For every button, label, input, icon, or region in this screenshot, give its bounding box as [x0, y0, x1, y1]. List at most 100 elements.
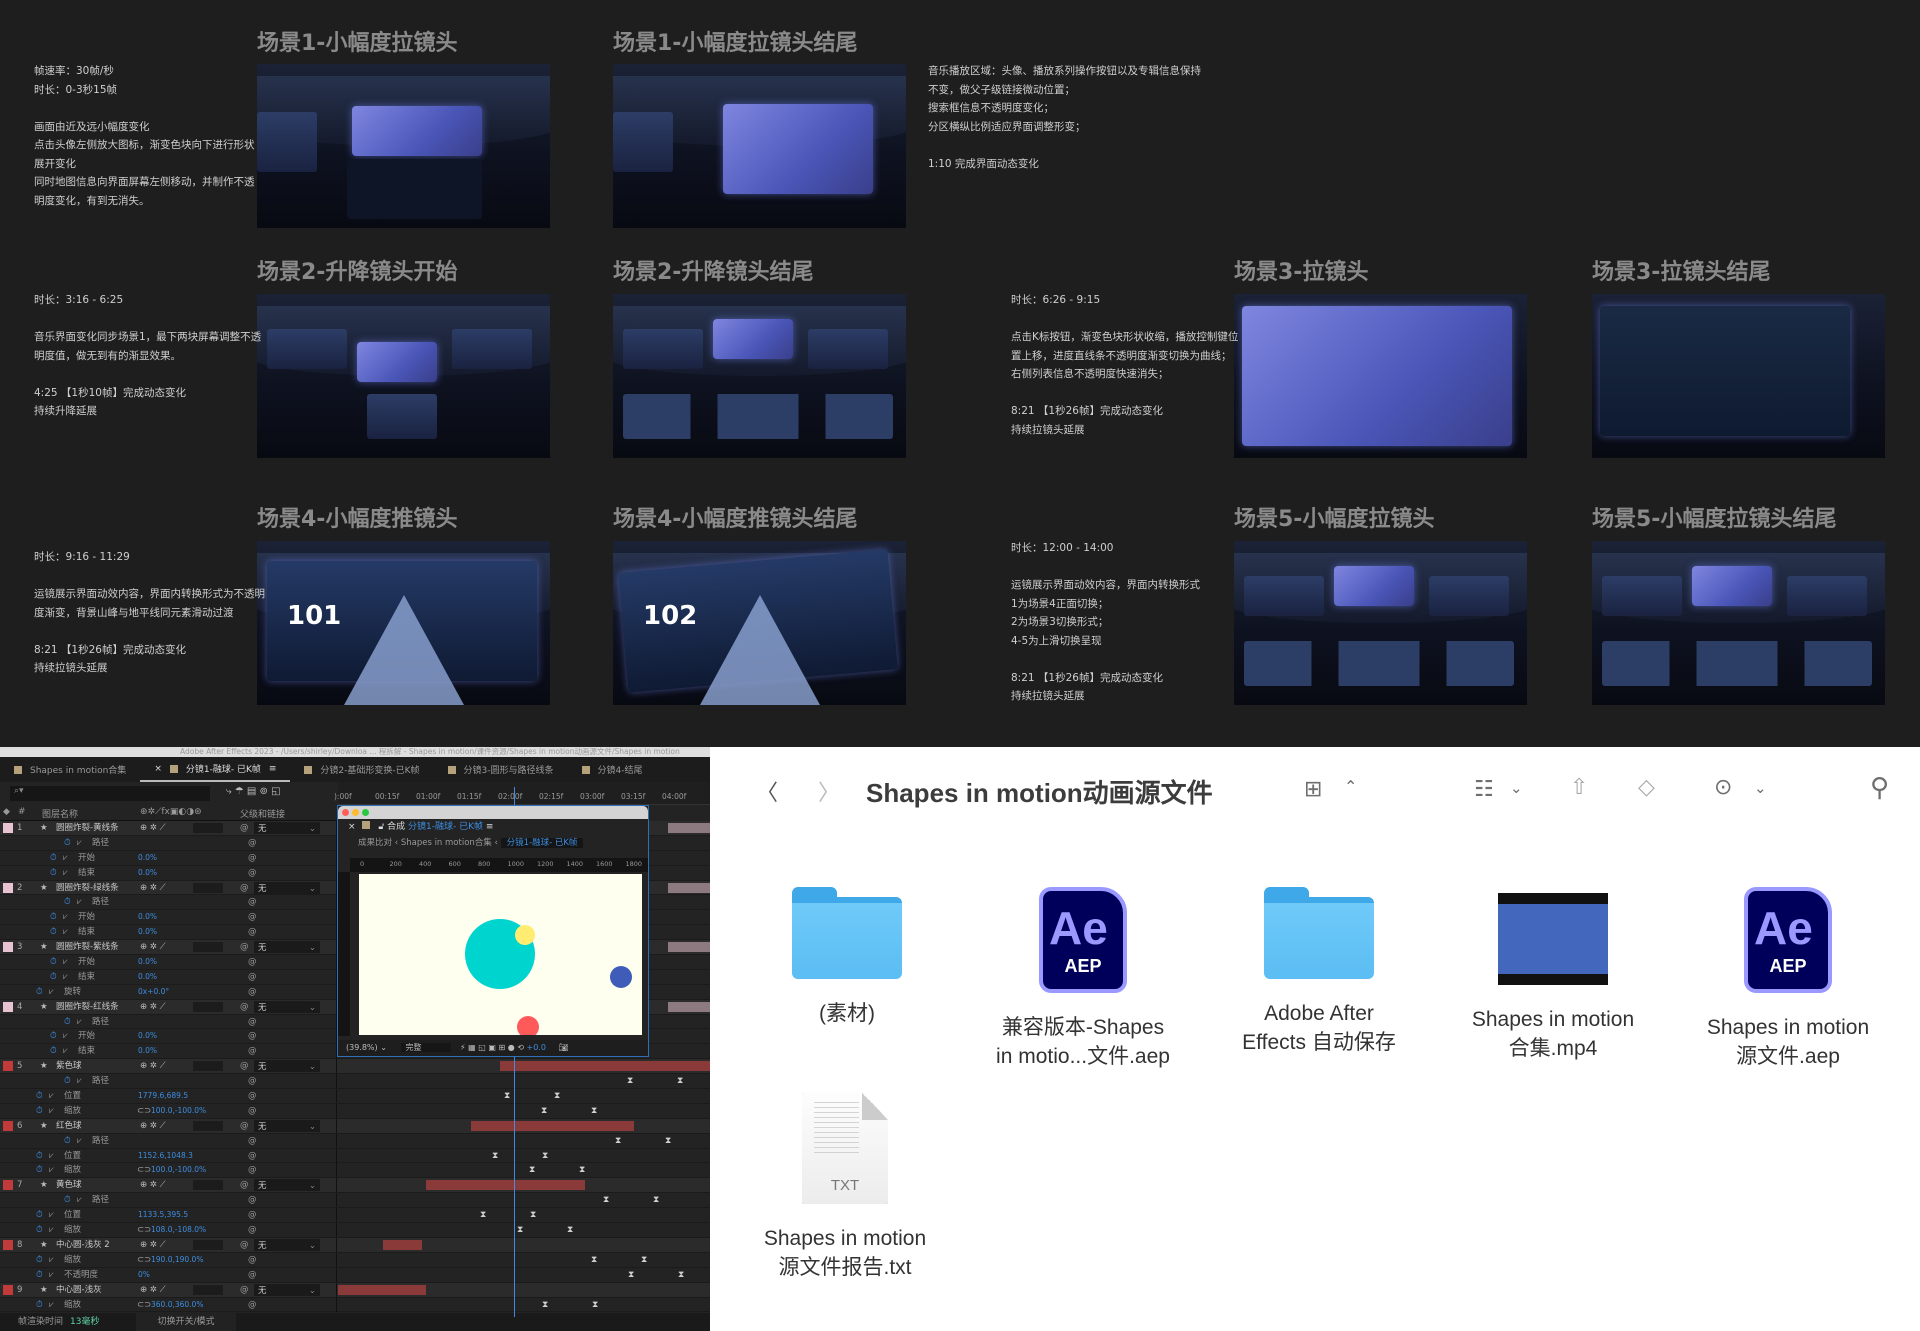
- file-item[interactable]: Ae AEP Shapes in motion 源文件.aep: [1683, 887, 1893, 1071]
- layer-switches[interactable]: ⊕ ✲ ⟋: [140, 1119, 166, 1133]
- stopwatch-icon[interactable]: ⏱︎: [36, 985, 43, 999]
- stopwatch-icon[interactable]: ⏱︎: [36, 1268, 43, 1282]
- pickwhip-icon[interactable]: @: [248, 1223, 257, 1237]
- minimize-button[interactable]: [352, 809, 359, 816]
- property-value[interactable]: 360.0,360.0%: [151, 1298, 203, 1312]
- menu-icon[interactable]: ≡: [486, 822, 494, 832]
- parent-select[interactable]: 无 ⌄: [254, 1179, 320, 1192]
- stopwatch-icon[interactable]: ⏱︎: [50, 1029, 57, 1043]
- switch-boxes[interactable]: [193, 1284, 223, 1295]
- keyframe-icon[interactable]: ⧗: [517, 1223, 523, 1237]
- group-button[interactable]: ☷: [1474, 777, 1494, 802]
- pickwhip-icon[interactable]: @: [240, 1000, 249, 1014]
- layer-duration-bar[interactable]: [668, 882, 710, 893]
- pickwhip-icon[interactable]: @: [240, 940, 249, 954]
- graph-icon[interactable]: ⩗: [77, 895, 82, 909]
- parent-select[interactable]: 无 ⌄: [254, 1060, 320, 1073]
- yellow-ball[interactable]: [515, 925, 535, 945]
- stopwatch-icon[interactable]: ⏱︎: [36, 1298, 43, 1312]
- stopwatch-icon[interactable]: ⏱︎: [50, 970, 57, 984]
- layer-name[interactable]: 圆圈炸裂-红线条: [56, 1000, 119, 1014]
- keyframe-icon[interactable]: ⧗: [615, 1134, 621, 1148]
- stopwatch-icon[interactable]: ⏱︎: [36, 1223, 43, 1237]
- pickwhip-icon[interactable]: @: [248, 1253, 257, 1267]
- switch-boxes[interactable]: [193, 1120, 223, 1131]
- keyframe-icon[interactable]: ⧗: [504, 1089, 510, 1103]
- parent-select[interactable]: 无 ⌄: [254, 1000, 320, 1013]
- property-value[interactable]: 1152.6,1048.3: [138, 1149, 193, 1163]
- layer-duration-bar[interactable]: [383, 1239, 422, 1250]
- keyframe-icon[interactable]: ⧗: [627, 1074, 633, 1088]
- layer-name[interactable]: 圆圈炸裂-紫线条: [56, 940, 119, 954]
- icon-view-button[interactable]: ⊞: [1304, 777, 1322, 802]
- back-button[interactable]: 〈: [756, 775, 778, 807]
- menu-icon[interactable]: ≡: [269, 764, 277, 774]
- keyframe-icon[interactable]: ⧗: [530, 1208, 536, 1222]
- comp-tab[interactable]: 分镜4-结尾: [568, 757, 657, 782]
- switch-boxes[interactable]: [193, 882, 223, 893]
- layer-name[interactable]: 圆圈炸裂-黄线条: [56, 821, 119, 835]
- blue-ball[interactable]: [610, 966, 632, 988]
- switch-boxes[interactable]: [193, 1001, 223, 1012]
- layer-name[interactable]: 黄色球: [56, 1178, 82, 1192]
- forward-button[interactable]: 〉: [818, 775, 840, 807]
- layer-duration-bar[interactable]: [668, 942, 710, 953]
- pickwhip-icon[interactable]: @: [240, 1283, 249, 1297]
- composition-canvas[interactable]: [359, 874, 642, 1035]
- graph-icon[interactable]: ⩗: [63, 970, 68, 984]
- pickwhip-icon[interactable]: @: [240, 821, 249, 835]
- layer-search-input[interactable]: ⌕▾: [10, 786, 210, 801]
- more-button[interactable]: ⊙: [1714, 775, 1732, 800]
- layer-duration-bar[interactable]: [668, 823, 710, 833]
- stopwatch-icon[interactable]: ⏱︎: [36, 1253, 43, 1267]
- link-icon[interactable]: ⊂⊃: [137, 1223, 151, 1237]
- layer-switches[interactable]: ⊕ ✲ ⟋: [140, 1178, 166, 1192]
- file-item[interactable]: (素材): [742, 887, 952, 1028]
- layer-name[interactable]: 中心圆-浅灰: [56, 1283, 102, 1297]
- graph-icon[interactable]: ⩗: [77, 1193, 82, 1207]
- stopwatch-icon[interactable]: ⏱︎: [36, 1089, 43, 1103]
- property-value[interactable]: 0.0%: [138, 1044, 157, 1058]
- pickwhip-icon[interactable]: @: [248, 1044, 257, 1058]
- chevron-down-icon[interactable]: ⌄: [1754, 779, 1767, 797]
- graph-icon[interactable]: ⩗: [49, 1253, 54, 1267]
- keyframe-icon[interactable]: ⧗: [665, 1134, 671, 1148]
- keyframe-icon[interactable]: ⧗: [653, 1193, 659, 1207]
- layer-name[interactable]: 紫色球: [56, 1059, 82, 1073]
- pickwhip-icon[interactable]: @: [248, 910, 257, 924]
- keyframe-icon[interactable]: ⧗: [529, 1163, 535, 1177]
- graph-icon[interactable]: ⩗: [77, 1015, 82, 1029]
- stopwatch-icon[interactable]: ⏱︎: [50, 866, 57, 880]
- keyframe-icon[interactable]: ⧗: [591, 1104, 597, 1118]
- layer-name[interactable]: 圆圈炸裂-绿线条: [56, 881, 119, 895]
- label-color[interactable]: [3, 823, 13, 833]
- layer-row[interactable]: 5 ★ 紫色球 ⊕ ✲ ⟋ @ 无 ⌄: [0, 1059, 710, 1075]
- timeline-ruler[interactable]: ):00f 00:15f 01:00f 01:15f 02:00f 02:15f 03:00…: [334, 782, 710, 805]
- pickwhip-icon[interactable]: @: [248, 1074, 257, 1088]
- pickwhip-icon[interactable]: @: [248, 955, 257, 969]
- graph-icon[interactable]: ⩗: [77, 1134, 82, 1148]
- viewer-icons[interactable]: ⚡ ▦ ◱ ▣ ⊞: [460, 1043, 508, 1052]
- property-value[interactable]: 0.0%: [138, 866, 157, 880]
- keyframe-icon[interactable]: ⧗: [603, 1193, 609, 1207]
- label-color[interactable]: [3, 1061, 13, 1072]
- pickwhip-icon[interactable]: @: [248, 851, 257, 865]
- label-color[interactable]: [3, 1180, 13, 1191]
- pickwhip-icon[interactable]: @: [240, 1238, 249, 1252]
- graph-icon[interactable]: ⩗: [63, 925, 68, 939]
- file-item[interactable]: Adobe After Effects 自动保存: [1214, 887, 1424, 1057]
- zoom-button[interactable]: [362, 809, 369, 816]
- switch-boxes[interactable]: [193, 1061, 223, 1072]
- pickwhip-icon[interactable]: @: [248, 836, 257, 850]
- layer-row[interactable]: 7 ★ 黄色球 ⊕ ✲ ⟋ @ 无 ⌄: [0, 1178, 710, 1194]
- pickwhip-icon[interactable]: @: [248, 925, 257, 939]
- property-value[interactable]: 0.0%: [138, 970, 157, 984]
- stopwatch-icon[interactable]: ⏱︎: [36, 1104, 43, 1118]
- stopwatch-icon[interactable]: ⏱︎: [64, 1015, 71, 1029]
- breadcrumb-item[interactable]: 成果比对: [358, 838, 392, 848]
- comp-tab[interactable]: Shapes in motion合集: [0, 757, 140, 782]
- pickwhip-icon[interactable]: @: [248, 1104, 257, 1118]
- graph-icon[interactable]: ⩗: [77, 836, 82, 850]
- layer-switches[interactable]: ⊕ ✲ ⟋: [140, 1059, 166, 1073]
- toggle-switches-modes-button[interactable]: 切换开关/模式: [136, 1313, 236, 1331]
